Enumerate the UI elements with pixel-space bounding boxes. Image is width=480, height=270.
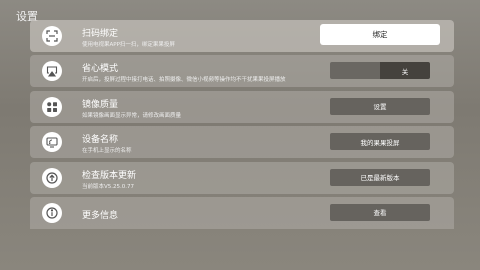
setting-title: 省心模式 [82, 64, 119, 75]
airplay-icon [42, 61, 62, 82]
setting-title: 镜像质量 [82, 99, 119, 110]
info-icon [42, 202, 62, 223]
setting-subtitle: 使用电视果APP扫一扫，绑定果果投屏 [82, 42, 175, 48]
grid-icon [42, 96, 62, 117]
setting-subtitle: 在手机上显示的名称 [82, 148, 132, 155]
view-button[interactable]: 查看 [330, 203, 430, 221]
update-status-button[interactable]: 已是最新版本 [330, 168, 430, 186]
setting-row-check-update[interactable]: 检查版本更新 当前版本V5.25.0.77 已是最新版本 [30, 161, 454, 194]
setting-row-more-info[interactable]: 更多信息 查看 [30, 196, 454, 229]
settings-list: 扫码绑定 使用电视果APP扫一扫，绑定果果投屏 绑定 省心模式 开启后，投屏过程… [30, 20, 454, 232]
settings-button[interactable]: 设置 [330, 97, 430, 115]
toggle-state-label: 关 [380, 62, 430, 80]
bind-button[interactable]: 绑定 [320, 24, 440, 45]
worry-free-toggle[interactable]: 关 [330, 62, 430, 80]
arrow-up-icon [42, 167, 62, 188]
setting-title: 检查版本更新 [82, 170, 137, 181]
setting-subtitle: 当前版本V5.25.0.77 [82, 183, 135, 190]
setting-row-scan-bind[interactable]: 扫码绑定 使用电视果APP扫一扫，绑定果果投屏 绑定 [30, 20, 454, 52]
setting-subtitle: 如果镜像画面显示异常，请修改画面质量 [82, 112, 182, 119]
setting-title: 更多信息 [82, 210, 119, 221]
setting-row-worry-free-mode[interactable]: 省心模式 开启后，投屏过程中接打电话、拍照摄像、微信小视频等操作均不干扰果果投屏… [30, 55, 454, 88]
setting-subtitle: 开启后，投屏过程中接打电话、拍照摄像、微信小视频等操作均不干扰果果投屏播放 [82, 77, 286, 84]
setting-row-device-name[interactable]: 设备名称 在手机上显示的名称 我的果果投屏 [30, 126, 454, 159]
setting-title: 设备名称 [82, 135, 119, 146]
setting-row-mirror-quality[interactable]: 镜像质量 如果镜像画面显示异常，请修改画面质量 设置 [30, 90, 454, 123]
setting-title: 扫码绑定 [82, 29, 119, 39]
scan-icon [42, 26, 62, 46]
toggle-track [330, 62, 380, 80]
cast-icon [42, 132, 62, 153]
device-name-button[interactable]: 我的果果投屏 [330, 133, 430, 151]
